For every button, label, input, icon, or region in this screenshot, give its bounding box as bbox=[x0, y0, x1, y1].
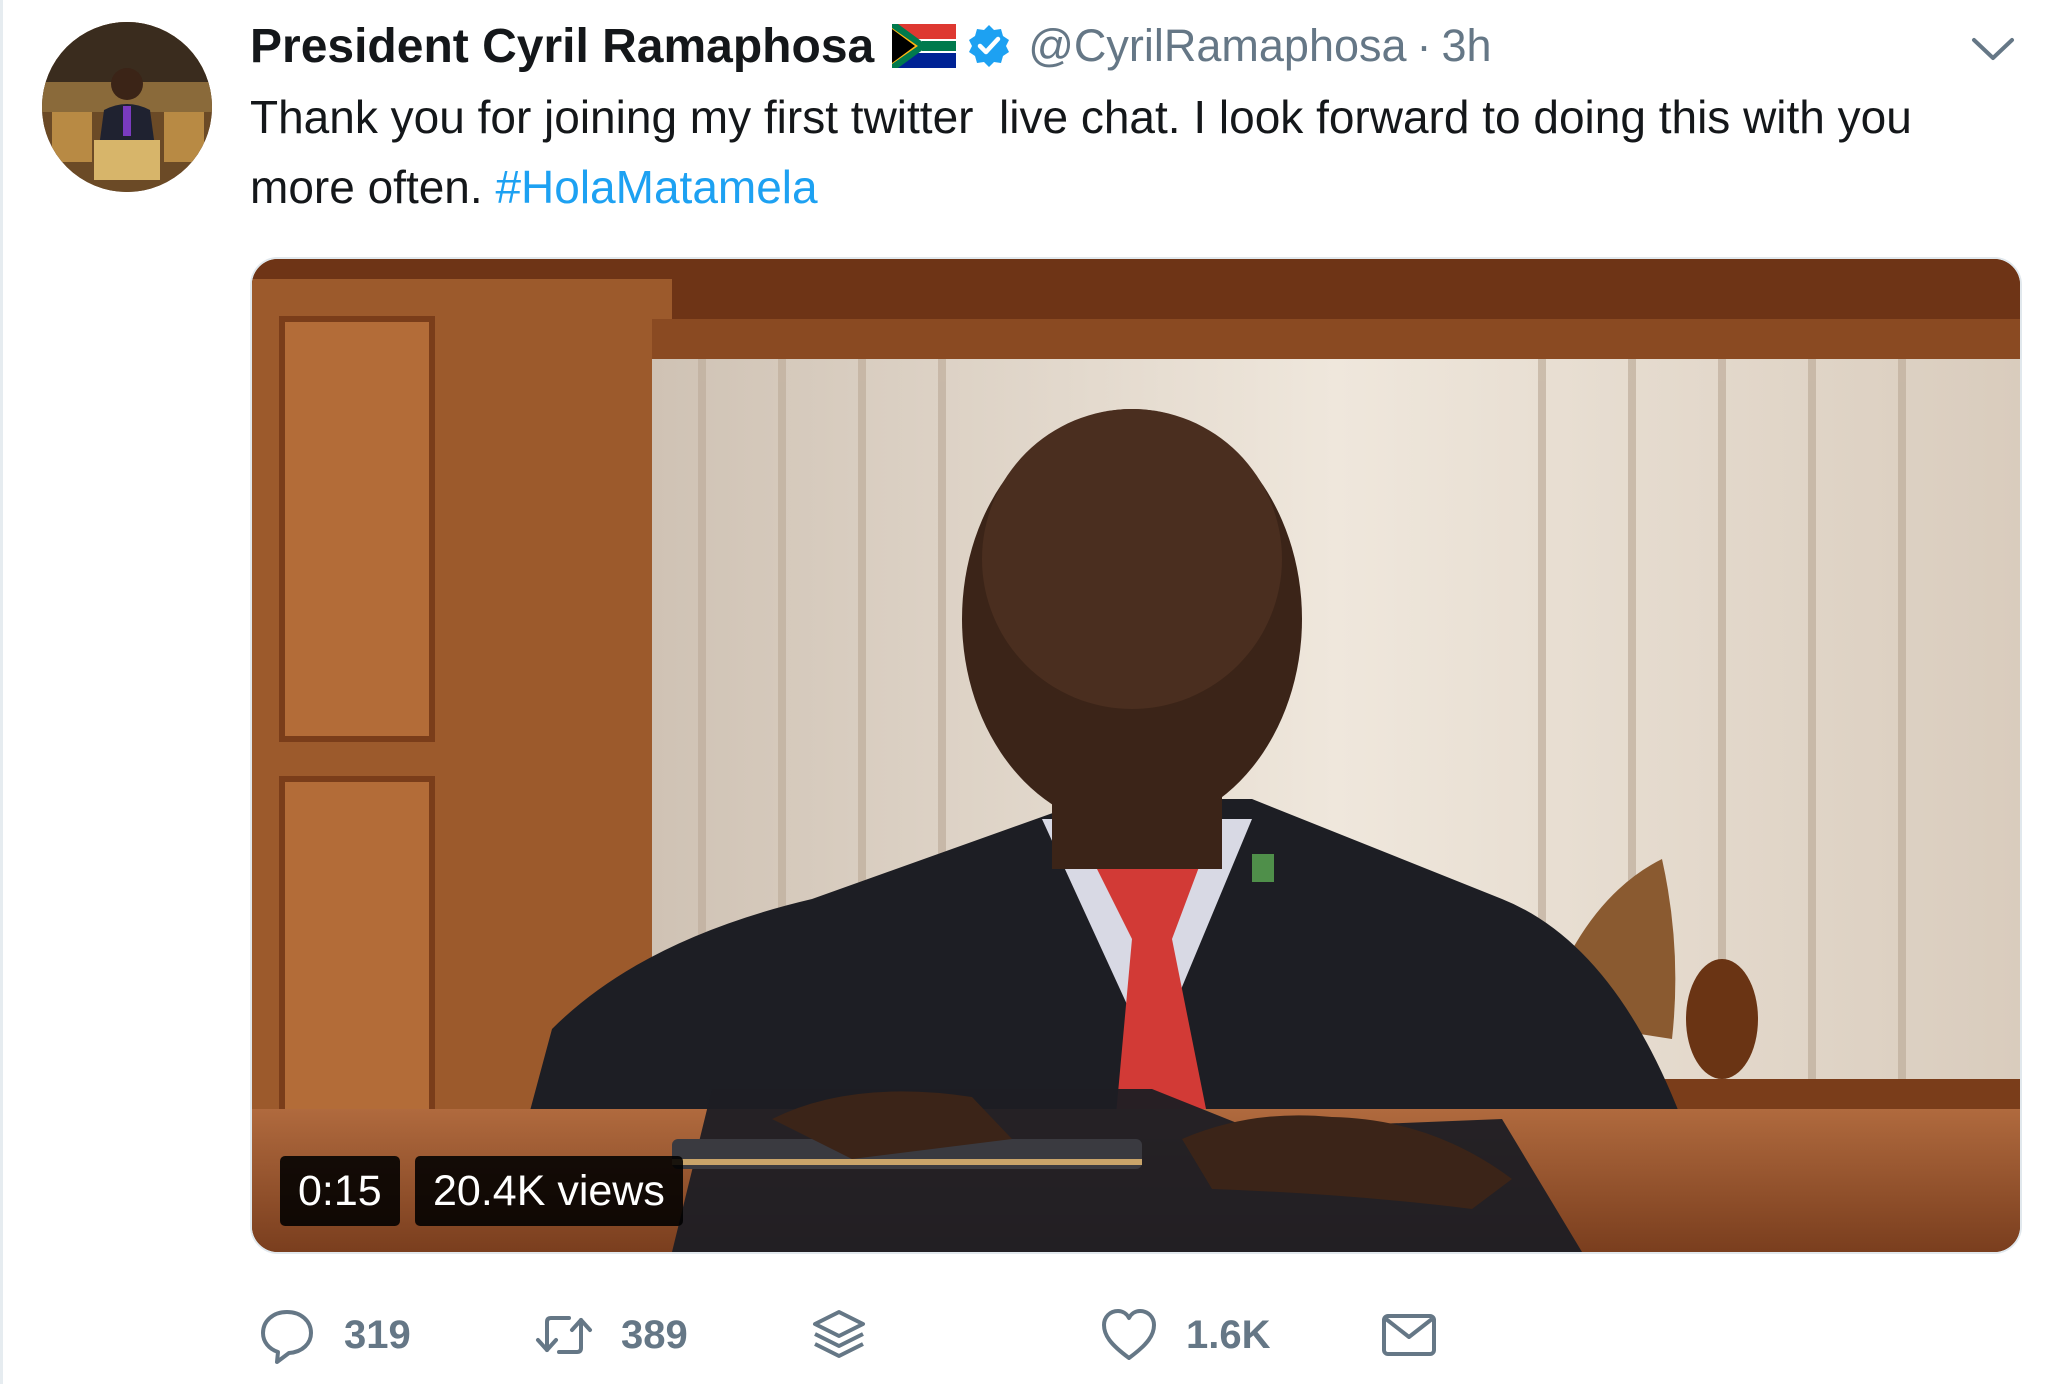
video-duration-badge: 0:15 bbox=[280, 1156, 400, 1226]
like-count: 1.6K bbox=[1186, 1312, 1271, 1357]
tweet-actions: 319 389 1.6K bbox=[250, 1295, 2030, 1375]
retweet-button[interactable]: 389 bbox=[535, 1295, 688, 1375]
tweet-header: President Cyril Ramaphosa @CyrilRamaphos… bbox=[250, 14, 1492, 78]
meta-separator: · bbox=[1416, 20, 1432, 71]
retweet-icon bbox=[536, 1316, 592, 1354]
reply-count: 319 bbox=[344, 1312, 411, 1357]
retweet-count: 389 bbox=[621, 1312, 688, 1357]
hashtag-link[interactable]: #HolaMatamela bbox=[495, 161, 817, 213]
chevron-down-icon[interactable] bbox=[1970, 32, 2016, 66]
display-name[interactable]: President Cyril Ramaphosa bbox=[250, 19, 874, 74]
stack-button[interactable] bbox=[810, 1295, 868, 1375]
tweet-text: Thank you for joining my first twitter l… bbox=[250, 82, 2010, 222]
reply-button[interactable]: 319 bbox=[258, 1295, 411, 1375]
avatar-image bbox=[42, 22, 212, 192]
mail-icon bbox=[1382, 1314, 1436, 1356]
video-views-badge: 20.4K views bbox=[415, 1156, 683, 1226]
video-player[interactable]: 0:15 20.4K views bbox=[250, 257, 2022, 1254]
like-button[interactable]: 1.6K bbox=[1100, 1295, 1271, 1375]
verified-badge-icon bbox=[966, 23, 1012, 69]
heart-icon bbox=[1102, 1309, 1156, 1360]
reply-icon bbox=[261, 1310, 313, 1364]
timeline-border bbox=[0, 0, 3, 1384]
south-africa-flag-icon bbox=[892, 24, 957, 68]
stack-icon bbox=[813, 1310, 865, 1358]
avatar[interactable] bbox=[42, 22, 212, 192]
user-handle[interactable]: @CyrilRamaphosa bbox=[1028, 20, 1406, 72]
direct-message-button[interactable] bbox=[1380, 1295, 1438, 1375]
video-frame bbox=[252, 259, 2020, 1252]
tweet-timestamp[interactable]: 3h bbox=[1442, 20, 1492, 72]
